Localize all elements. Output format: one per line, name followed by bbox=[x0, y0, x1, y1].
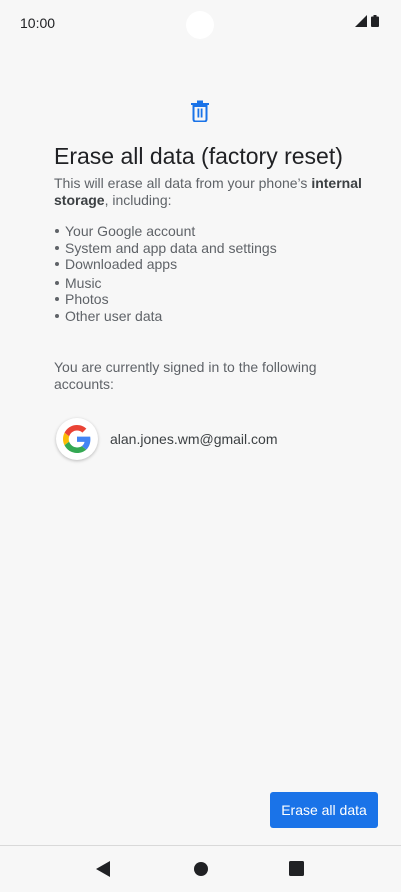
back-icon[interactable] bbox=[95, 861, 111, 877]
list-item-label: Photos bbox=[65, 291, 109, 307]
list-item: Your Google account bbox=[54, 223, 277, 240]
bullet-icon bbox=[55, 229, 59, 234]
list-item: Photos bbox=[54, 291, 277, 308]
accounts-text: You are currently signed in to the follo… bbox=[54, 359, 317, 392]
list-item-label: Downloaded apps bbox=[65, 256, 178, 272]
account-avatar bbox=[56, 418, 98, 460]
battery-icon bbox=[371, 15, 379, 27]
bullet-icon bbox=[55, 280, 59, 285]
list-item: Other user data bbox=[54, 308, 277, 325]
erase-all-data-button[interactable]: Erase all data bbox=[270, 792, 378, 828]
account-row: alan.jones.wm@gmail.com bbox=[56, 418, 278, 460]
status-bar: 10:00 bbox=[0, 0, 401, 46]
list-item: Music bbox=[54, 275, 277, 292]
status-time: 10:00 bbox=[20, 15, 56, 31]
bullet-icon bbox=[55, 297, 59, 302]
signal-icon bbox=[355, 15, 367, 27]
list-item-label: Other user data bbox=[65, 307, 163, 324]
list-item-label: System and app data and settings bbox=[65, 239, 277, 256]
home-icon[interactable] bbox=[193, 861, 209, 877]
intro-text-end: , including: bbox=[104, 192, 172, 208]
camera-cutout bbox=[186, 11, 214, 39]
list-item-label: Your Google account bbox=[65, 223, 196, 239]
google-icon bbox=[63, 425, 91, 453]
trash-icon bbox=[191, 100, 209, 122]
bullet-icon bbox=[55, 245, 59, 250]
bullet-icon bbox=[55, 262, 59, 267]
page-title: Erase all data (factory reset) bbox=[54, 143, 343, 169]
intro-text: This will erase all data from your phone… bbox=[54, 175, 374, 209]
recents-icon[interactable] bbox=[289, 861, 304, 876]
bullet-icon bbox=[55, 313, 59, 318]
list-item: Downloaded apps bbox=[54, 256, 277, 273]
intro-text-start: This will erase all data from your phone… bbox=[54, 175, 312, 191]
account-email: alan.jones.wm@gmail.com bbox=[110, 431, 278, 447]
erase-items-list: Your Google account System and app data … bbox=[54, 223, 277, 324]
list-item: System and app data and settings bbox=[54, 240, 277, 257]
list-item-label: Music bbox=[65, 274, 102, 291]
navigation-bar bbox=[0, 846, 401, 892]
system-icons bbox=[355, 15, 379, 27]
